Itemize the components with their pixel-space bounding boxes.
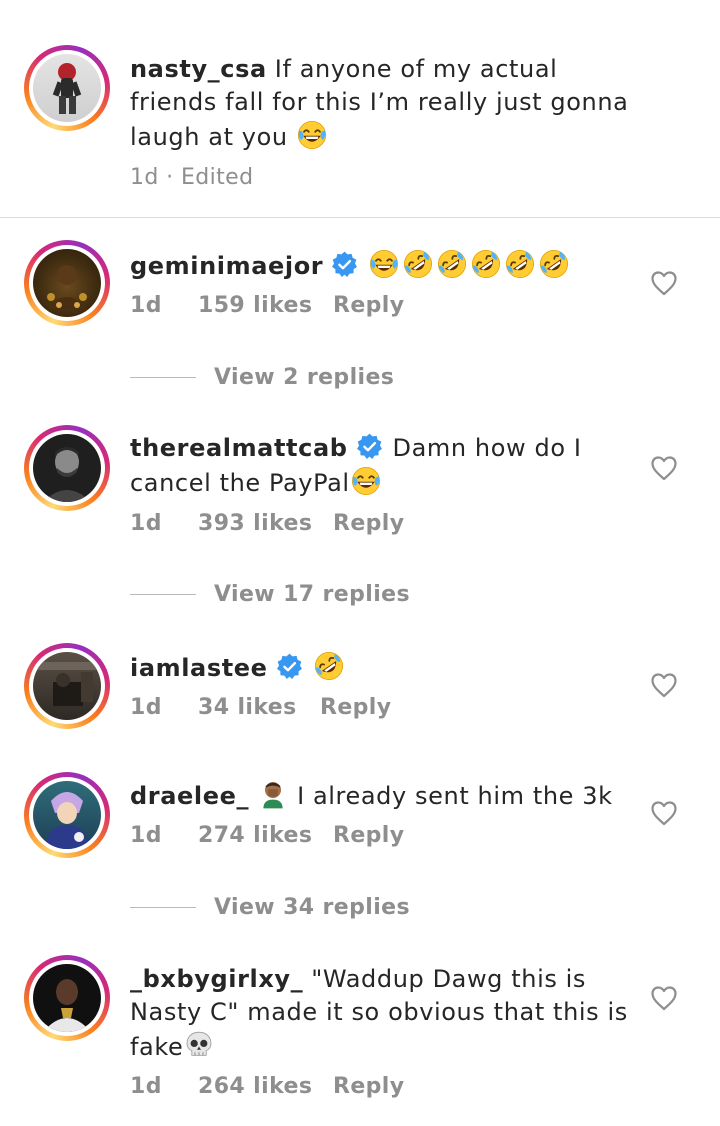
heart-icon[interactable]: [650, 270, 678, 296]
comment-text: geminimaejor: [130, 248, 640, 283]
comment-text: iamlastee: [130, 650, 640, 685]
avatar[interactable]: [33, 964, 101, 1032]
heart-icon[interactable]: [650, 455, 678, 481]
face-with-tears-of-joy-icon: [368, 248, 400, 280]
view-replies-button[interactable]: View 17 replies: [130, 579, 410, 609]
comment-meta: 1d 274 likes Reply: [130, 823, 405, 848]
post-caption: nasty_csa If anyone of my actual friends …: [0, 0, 720, 218]
comment-text: draelee_ I already sent him the 3k: [130, 778, 640, 813]
replies-divider-line: [130, 376, 196, 378]
rolling-on-floor-laughing-icon: [504, 248, 536, 280]
verified-badge-icon: [331, 251, 358, 278]
avatar[interactable]: [33, 54, 101, 122]
rolling-on-floor-laughing-icon: [538, 248, 570, 280]
view-replies-button[interactable]: View 2 replies: [130, 362, 394, 392]
avatar-ring[interactable]: [24, 643, 110, 729]
comment-body: I already sent him the 3k: [297, 782, 613, 810]
comment-username[interactable]: therealmattcab: [130, 434, 348, 462]
replies-divider-line: [130, 593, 196, 595]
caption-meta: 1d · Edited: [130, 165, 254, 190]
comment-username[interactable]: _bxbygirlxy_: [130, 965, 303, 993]
avatar-ring[interactable]: [24, 240, 110, 326]
view-replies-button[interactable]: View 34 replies: [130, 892, 410, 922]
view-replies-label[interactable]: View 34 replies: [214, 895, 410, 920]
reply-button[interactable]: Reply: [333, 511, 405, 536]
comment-time: 1d: [130, 511, 162, 536]
comment-likes[interactable]: 264 likes: [198, 1074, 333, 1099]
caption-username[interactable]: nasty_csa: [130, 55, 267, 83]
skull-icon: [183, 1029, 215, 1061]
avatar[interactable]: [33, 652, 101, 720]
comment-text: therealmattcab Damn how do I cancel the P…: [130, 432, 640, 500]
caption-text: nasty_csa If anyone of my actual friends …: [130, 53, 640, 154]
reply-button[interactable]: Reply: [333, 1074, 405, 1099]
face-with-tears-of-joy-icon: [350, 465, 382, 497]
comment-username[interactable]: draelee_: [130, 782, 249, 810]
rolling-on-floor-laughing-icon: [436, 248, 468, 280]
comment-username[interactable]: iamlastee: [130, 654, 268, 682]
comment-time: 1d: [130, 823, 162, 848]
comment-meta: 1d 264 likes Reply: [130, 1074, 405, 1099]
rolling-on-floor-laughing-icon: [313, 650, 345, 682]
comment-username[interactable]: geminimaejor: [130, 252, 323, 280]
comment-likes[interactable]: 159 likes: [198, 293, 333, 318]
comment-likes[interactable]: 274 likes: [198, 823, 333, 848]
avatar[interactable]: [33, 781, 101, 849]
heart-icon[interactable]: [650, 800, 678, 826]
comment-text: _bxbygirlxy_ "Waddup Dawg this is Nasty C…: [130, 963, 640, 1064]
heart-icon[interactable]: [650, 985, 678, 1011]
comment-likes[interactable]: 393 likes: [198, 511, 333, 536]
comment-meta: 1d 159 likes Reply: [130, 293, 405, 318]
avatar[interactable]: [33, 249, 101, 317]
avatar-ring[interactable]: [24, 45, 110, 131]
rolling-on-floor-laughing-icon: [470, 248, 502, 280]
verified-badge-icon: [276, 653, 303, 680]
replies-divider-line: [130, 906, 196, 908]
comment-time: 1d: [130, 293, 162, 318]
reply-button[interactable]: Reply: [320, 695, 392, 720]
view-replies-label[interactable]: View 2 replies: [214, 365, 394, 390]
avatar-ring[interactable]: [24, 425, 110, 511]
reply-button[interactable]: Reply: [333, 293, 405, 318]
view-replies-label[interactable]: View 17 replies: [214, 582, 410, 607]
comment-time: 1d: [130, 695, 162, 720]
person-facepalming-icon: [257, 778, 289, 810]
verified-badge-icon: [356, 433, 383, 460]
avatar-ring[interactable]: [24, 955, 110, 1041]
face-with-tears-of-joy-icon: [296, 119, 328, 151]
avatar-ring[interactable]: [24, 772, 110, 858]
comment-likes[interactable]: 34 likes: [198, 695, 320, 720]
comment-meta: 1d 393 likes Reply: [130, 511, 405, 536]
reply-button[interactable]: Reply: [333, 823, 405, 848]
rolling-on-floor-laughing-icon: [402, 248, 434, 280]
comment-time: 1d: [130, 1074, 162, 1099]
comment-meta: 1d 34 likes Reply: [130, 695, 392, 720]
heart-icon[interactable]: [650, 672, 678, 698]
avatar[interactable]: [33, 434, 101, 502]
